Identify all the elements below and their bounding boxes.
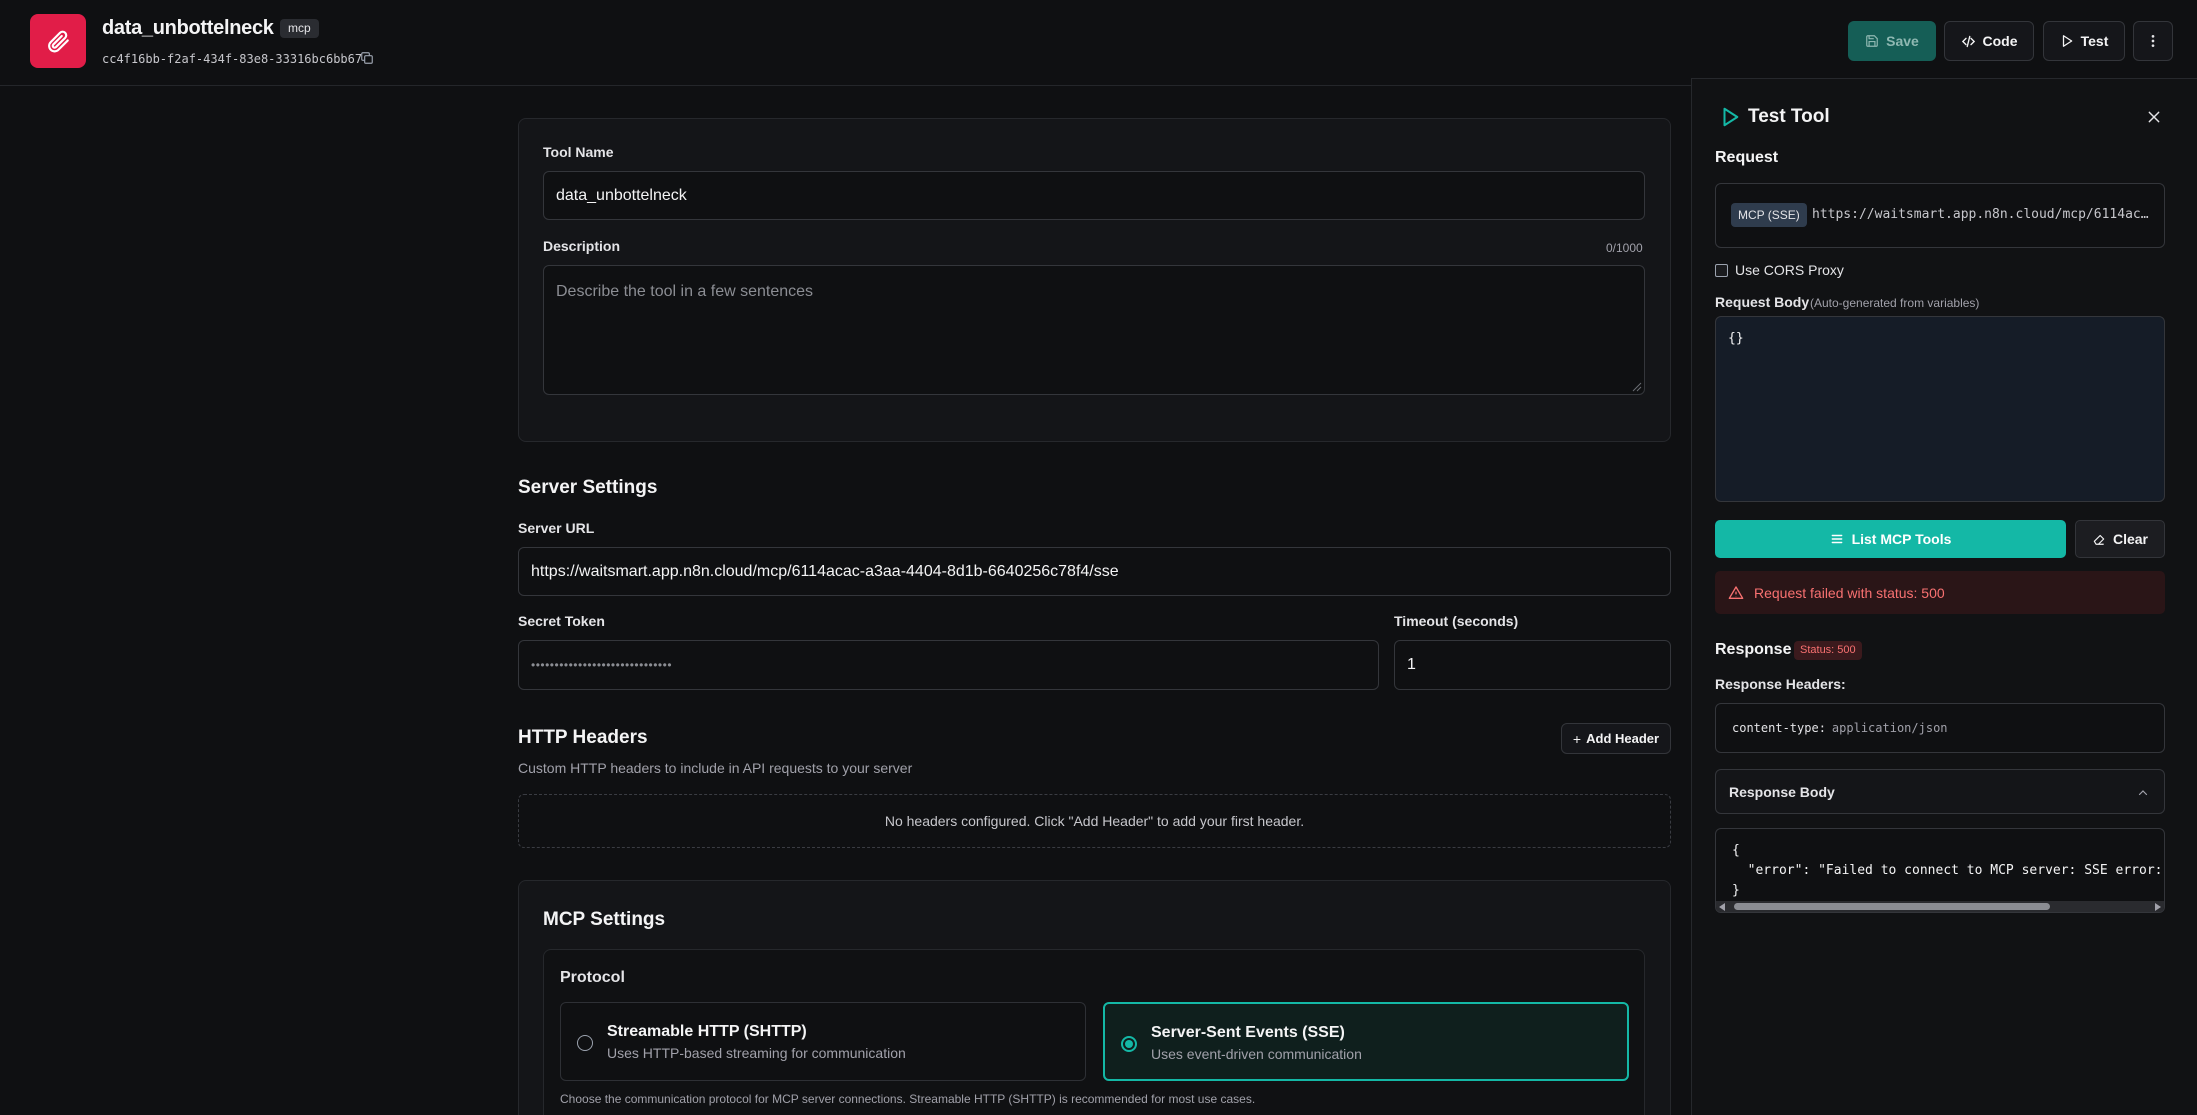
- response-label: Response: [1715, 641, 1792, 658]
- test-label: Test: [2080, 33, 2109, 49]
- test-tool-panel: Test Tool Request MCP (SSE) https://wait…: [1691, 78, 2197, 1115]
- body-line-1: {: [1732, 843, 1740, 858]
- request-url-box[interactable]: MCP (SSE) https://waitsmart.app.n8n.clou…: [1715, 183, 2165, 248]
- scroll-left-icon[interactable]: [1719, 903, 1725, 911]
- tool-name-input[interactable]: data_unbottelneck: [543, 171, 1645, 220]
- protocol-label: Protocol: [560, 969, 625, 986]
- copy-icon[interactable]: [360, 51, 374, 65]
- http-headers-title: HTTP Headers: [518, 727, 648, 748]
- code-button[interactable]: Code: [1944, 21, 2034, 61]
- tool-id: cc4f16bb-f2af-434f-83e8-33316bc6bb67: [102, 52, 363, 66]
- paperclip-icon: [48, 30, 69, 53]
- chevron-up-icon: [2138, 790, 2148, 796]
- plus-icon: +: [1572, 730, 1582, 747]
- shttp-desc: Uses HTTP-based streaming for communicat…: [607, 1045, 906, 1061]
- warning-icon: [1728, 585, 1744, 599]
- sse-desc: Uses event-driven communication: [1151, 1046, 1362, 1062]
- status-badge: Status: 500: [1794, 641, 1862, 660]
- request-label: Request: [1715, 149, 1779, 166]
- save-icon: [1866, 35, 1878, 47]
- type-badge: mcp: [280, 19, 319, 38]
- description-label: Description: [543, 238, 621, 254]
- server-settings-title: Server Settings: [518, 477, 658, 498]
- response-headers-box: content-type: application/json: [1715, 703, 2165, 753]
- test-button[interactable]: Test: [2043, 21, 2125, 61]
- headers-empty-state: No headers configured. Click "Add Header…: [518, 794, 1671, 848]
- secret-token-value: ••••••••••••••••••••••••••••••: [531, 658, 673, 672]
- body-line-2: "error": "Failed to connect to MCP serve…: [1732, 863, 2163, 878]
- shttp-title: Streamable HTTP (SHTTP): [607, 1023, 807, 1040]
- page-title: data_unbottelneck: [102, 17, 274, 39]
- horizontal-scrollbar[interactable]: [1716, 901, 2164, 912]
- secret-token-input[interactable]: ••••••••••••••••••••••••••••••: [518, 640, 1379, 690]
- response-headers-label: Response Headers:: [1715, 676, 1846, 692]
- body-line-3: }: [1732, 883, 1740, 898]
- cors-label: Use CORS Proxy: [1735, 262, 1844, 278]
- scrollbar-thumb[interactable]: [1734, 903, 2050, 910]
- list-mcp-tools-label: List MCP Tools: [1851, 531, 1952, 547]
- http-headers-subtitle: Custom HTTP headers to include in API re…: [518, 760, 913, 776]
- list-icon: [1831, 534, 1842, 544]
- timeout-label: Timeout (seconds): [1394, 613, 1519, 629]
- request-body-label: Request Body: [1715, 294, 1810, 310]
- resize-handle-icon[interactable]: [1632, 382, 1642, 392]
- radio-sse[interactable]: [1121, 1036, 1137, 1052]
- response-body-label: Response Body: [1729, 784, 1835, 800]
- scroll-right-icon[interactable]: [2155, 903, 2161, 911]
- cors-checkbox[interactable]: [1715, 264, 1728, 277]
- tool-logo: [30, 14, 86, 68]
- radio-shttp[interactable]: [577, 1035, 593, 1051]
- play-icon: [1723, 107, 1739, 127]
- description-counter: 0/1000: [1606, 241, 1643, 255]
- header-value: application/json: [1831, 721, 1948, 735]
- code-icon: [1961, 35, 1975, 47]
- server-url-label: Server URL: [518, 520, 595, 536]
- protocol-option-shttp[interactable]: Streamable HTTP (SHTTP) Uses HTTP-based …: [560, 1002, 1086, 1081]
- request-body-hint: (Auto-generated from variables): [1810, 296, 1980, 310]
- server-url-input[interactable]: https://waitsmart.app.n8n.cloud/mcp/6114…: [518, 547, 1671, 596]
- protocol-option-sse[interactable]: Server-Sent Events (SSE) Uses event-driv…: [1103, 1002, 1629, 1081]
- request-body-value: {}: [1728, 331, 1744, 346]
- response-body-toggle[interactable]: Response Body: [1715, 769, 2165, 814]
- tool-name-label: Tool Name: [543, 144, 614, 160]
- description-placeholder: Describe the tool in a few sentences: [556, 283, 814, 300]
- error-alert: Request failed with status: 500: [1715, 571, 2165, 614]
- top-header: data_unbottelneck mcp cc4f16bb-f2af-434f…: [0, 0, 2197, 86]
- save-button[interactable]: Save: [1848, 21, 1936, 61]
- sse-title: Server-Sent Events (SSE): [1151, 1024, 1345, 1041]
- method-badge: MCP (SSE): [1731, 203, 1807, 227]
- protocol-hint: Choose the communication protocol for MC…: [560, 1092, 1256, 1106]
- mcp-settings-title: MCP Settings: [543, 909, 666, 930]
- add-header-label: Add Header: [1586, 731, 1660, 746]
- error-text: Request failed with status: 500: [1754, 584, 1945, 601]
- more-options-button[interactable]: [2133, 21, 2173, 61]
- close-icon[interactable]: [2146, 109, 2162, 125]
- save-label: Save: [1886, 33, 1919, 49]
- clear-button[interactable]: Clear: [2075, 520, 2165, 558]
- test-tool-title: Test Tool: [1748, 106, 1830, 127]
- request-body-editor[interactable]: {}: [1715, 316, 2165, 502]
- header-key: content-type:: [1732, 721, 1826, 735]
- headers-empty-text: No headers configured. Click "Add Header…: [884, 813, 1305, 829]
- add-header-button[interactable]: + Add Header: [1561, 723, 1671, 754]
- secret-token-label: Secret Token: [518, 613, 605, 629]
- request-url: https://waitsmart.app.n8n.cloud/mcp/6114…: [1812, 207, 2149, 222]
- code-label: Code: [1982, 33, 2018, 49]
- timeout-input[interactable]: 1: [1394, 640, 1671, 690]
- eraser-icon: [2093, 534, 2105, 545]
- response-body-viewer[interactable]: { "error": "Failed to connect to MCP ser…: [1715, 828, 2165, 913]
- more-vertical-icon: [2151, 35, 2155, 47]
- clear-label: Clear: [2112, 531, 2149, 547]
- play-icon: [2062, 35, 2072, 47]
- list-mcp-tools-button[interactable]: List MCP Tools: [1715, 520, 2066, 558]
- description-textarea[interactable]: Describe the tool in a few sentences: [543, 265, 1645, 395]
